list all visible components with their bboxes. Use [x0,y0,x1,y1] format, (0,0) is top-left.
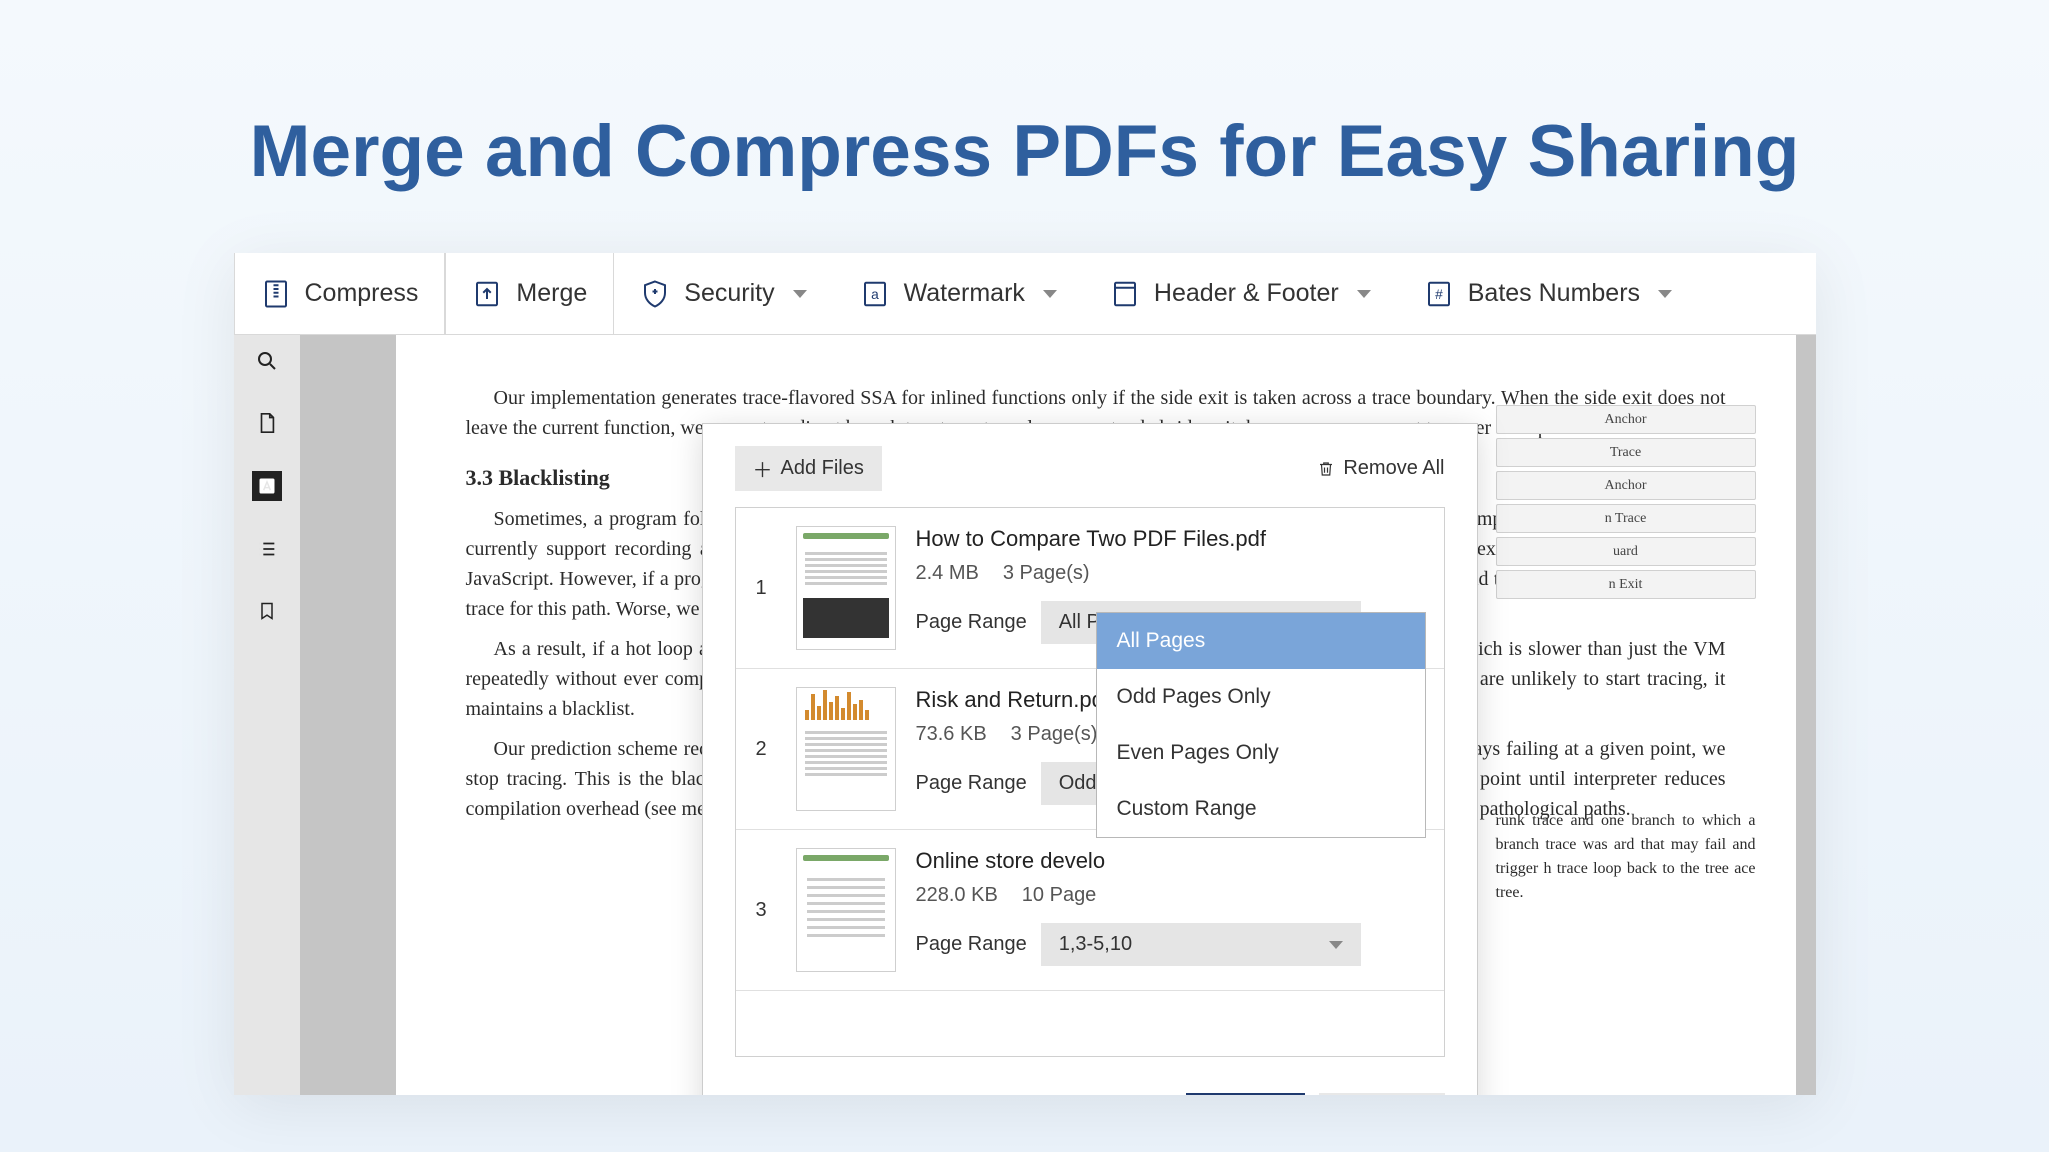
dropdown-option-odd[interactable]: Odd Pages Only [1097,669,1425,725]
toolbar-header-footer[interactable]: Header & Footer [1084,253,1398,334]
watermark-icon: a [860,279,890,309]
toolbar-compress[interactable]: Compress [234,253,446,334]
chevron-down-icon [793,290,807,298]
file-list: 1 How to Compare Two PDF Files.pdf 2.4 M… [735,507,1445,1057]
dropdown-option-even[interactable]: Even Pages Only [1097,725,1425,781]
file-row: 3 Online store develo [736,830,1444,991]
file-size: 2.4 MB [916,562,979,585]
chevron-down-icon [1329,941,1343,949]
file-pages: 10 Page [1022,884,1097,907]
dropdown-option-custom[interactable]: Custom Range [1097,781,1425,837]
doc-right-column: Anchor Trace Anchor n Trace uard n Exit … [1496,405,1756,1095]
file-thumbnail [796,526,896,650]
toolbar-watermark[interactable]: a Watermark [834,253,1084,334]
file-pages: 3 Page(s) [1011,723,1098,746]
bates-icon: # [1424,279,1454,309]
trash-icon [1317,459,1335,479]
file-size: 228.0 KB [916,884,998,907]
sidebar-search[interactable] [253,347,281,375]
page-range-select[interactable]: 1,3-5,10 [1041,923,1361,966]
document-viewport[interactable]: Our implementation generates trace-flavo… [300,335,1816,1095]
sidebar-outline[interactable] [253,535,281,563]
file-name: How to Compare Two PDF Files.pdf [916,526,1424,552]
file-thumbnail [796,687,896,811]
header-footer-icon [1110,279,1140,309]
compress-icon [261,279,291,309]
app-window: Compress Merge Security a Watermark Head… [234,253,1816,1095]
sidebar-bookmark[interactable] [253,597,281,625]
bookmark-icon [257,600,277,622]
dialog-header: ＋ Add Files Remove All [703,424,1477,507]
page-icon [256,412,278,434]
file-name: Online store develo [916,848,1424,874]
file-size: 73.6 KB [916,723,987,746]
file-thumbnail [796,848,896,972]
sidebar [234,335,300,1095]
toolbar: Compress Merge Security a Watermark Head… [234,253,1816,335]
search-icon [255,349,279,373]
svg-text:#: # [1435,287,1443,302]
merge-button[interactable]: Merge [1186,1093,1306,1095]
toolbar-security[interactable]: Security [614,253,833,334]
remove-all-button[interactable]: Remove All [1317,457,1444,480]
chevron-down-icon [1357,290,1371,298]
sidebar-annotate[interactable] [252,471,282,501]
svg-text:a: a [871,287,879,302]
outline-icon [256,538,278,560]
cancel-button[interactable]: Cancel [1319,1093,1444,1095]
chevron-down-icon [1658,290,1672,298]
main-area: Our implementation generates trace-flavo… [234,335,1816,1095]
page-headline: Merge and Compress PDFs for Easy Sharing [0,0,2049,253]
toolbar-bates[interactable]: # Bates Numbers [1398,253,1699,334]
dialog-footer: Merge Cancel [703,1077,1477,1095]
chevron-down-icon [1043,290,1057,298]
annotate-icon [257,476,277,496]
file-pages: 3 Page(s) [1003,562,1090,585]
plus-icon: ＋ [753,454,773,483]
toolbar-merge[interactable]: Merge [445,253,614,334]
security-icon [640,279,670,309]
merge-dialog: ＋ Add Files Remove All 1 [702,423,1478,1095]
page-range-dropdown: All Pages Odd Pages Only Even Pages Only… [1096,612,1426,838]
add-files-button[interactable]: ＋ Add Files [735,446,882,491]
dropdown-option-all[interactable]: All Pages [1097,613,1425,669]
sidebar-page[interactable] [253,409,281,437]
merge-icon [472,279,502,309]
